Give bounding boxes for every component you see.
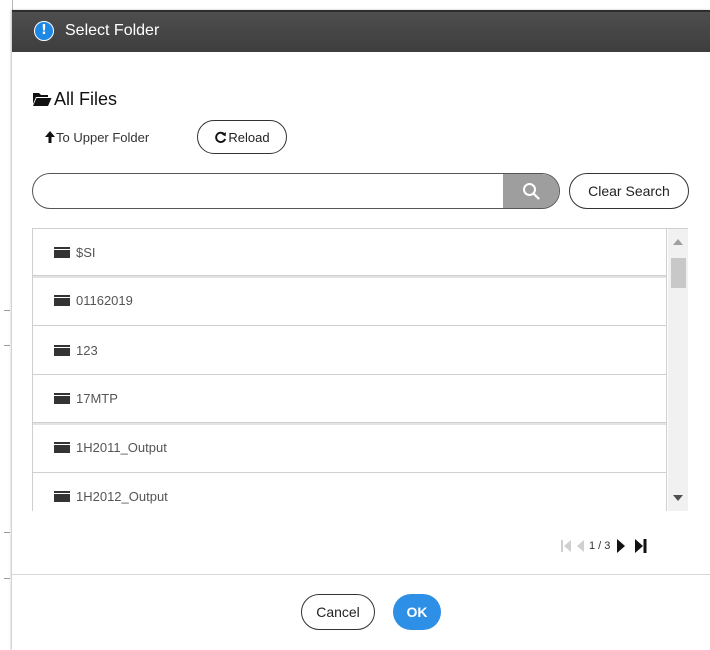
folder-list-scrollbar[interactable]: [668, 229, 688, 511]
pagination: 1 / 3: [560, 536, 647, 556]
reload-button[interactable]: Reload: [197, 120, 287, 154]
background-divider: [4, 345, 10, 346]
dialog-title-bar: ! Select Folder: [12, 10, 710, 52]
first-page-icon: [561, 540, 571, 552]
folder-name: $SI: [76, 244, 96, 260]
next-page-icon: [617, 539, 626, 553]
triangle-up-icon: [673, 239, 683, 245]
ok-label: OK: [406, 604, 428, 620]
refresh-icon: [215, 131, 227, 143]
folder-list-item[interactable]: $SI: [32, 229, 667, 276]
next-page-button[interactable]: [616, 538, 626, 554]
folder-icon: [54, 442, 70, 453]
folder-list-item[interactable]: 17MTP: [32, 375, 667, 423]
previous-page-icon: [577, 540, 584, 552]
clear-search-label: Clear Search: [588, 183, 670, 199]
folder-icon: [54, 344, 70, 356]
folder-icon: [54, 246, 70, 258]
to-upper-folder-link[interactable]: To Upper Folder: [45, 128, 149, 146]
folder-icon: [54, 393, 70, 404]
folder-list: $SI 01162019 123 17MTP 1H2011_Output 1H2…: [32, 228, 688, 511]
arrow-up-icon: [45, 131, 55, 143]
ok-button[interactable]: OK: [393, 594, 441, 630]
scroll-thumb[interactable]: [671, 258, 686, 288]
first-page-button[interactable]: [560, 539, 572, 553]
folder-list-item[interactable]: 123: [32, 326, 667, 375]
current-location: All Files: [32, 88, 117, 110]
search-icon: [523, 183, 540, 200]
search-box: [32, 173, 560, 209]
folder-name: 01162019: [76, 293, 133, 308]
select-folder-dialog: ! Select Folder All Files To Upper Folde…: [12, 10, 710, 650]
folder-name: 123: [76, 342, 98, 358]
last-page-icon: [635, 539, 647, 553]
background-divider: [4, 578, 10, 579]
background-divider: [4, 532, 10, 533]
search-input[interactable]: [33, 174, 503, 208]
clear-search-button[interactable]: Clear Search: [569, 173, 689, 209]
folder-name: 17MTP: [76, 391, 118, 406]
previous-page-button[interactable]: [576, 539, 585, 553]
triangle-down-icon: [673, 495, 683, 501]
folder-name: 1H2012_Output: [76, 489, 168, 504]
cancel-button[interactable]: Cancel: [301, 594, 375, 630]
page-indicator: 1 / 3: [589, 540, 611, 552]
folder-name: 1H2011_Output: [76, 440, 167, 455]
info-icon: !: [34, 21, 54, 41]
folder-icon: [54, 491, 70, 502]
folder-list-item[interactable]: 1H2011_Output: [32, 423, 667, 473]
cancel-label: Cancel: [316, 604, 360, 620]
scroll-down-button[interactable]: [668, 488, 688, 508]
folder-open-icon: [33, 93, 52, 106]
footer-divider: [12, 574, 710, 575]
folder-list-item[interactable]: 1H2012_Output: [32, 473, 667, 511]
to-upper-folder-label: To Upper Folder: [56, 129, 150, 145]
scroll-up-button[interactable]: [668, 232, 688, 252]
current-location-label: All Files: [54, 88, 118, 109]
last-page-button[interactable]: [634, 538, 647, 554]
reload-label: Reload: [228, 129, 270, 145]
dialog-title: Select Folder: [65, 22, 160, 39]
folder-icon: [54, 295, 70, 306]
background-divider: [4, 310, 10, 311]
folder-list-item[interactable]: 01162019: [32, 276, 667, 326]
search-button[interactable]: [503, 174, 559, 208]
